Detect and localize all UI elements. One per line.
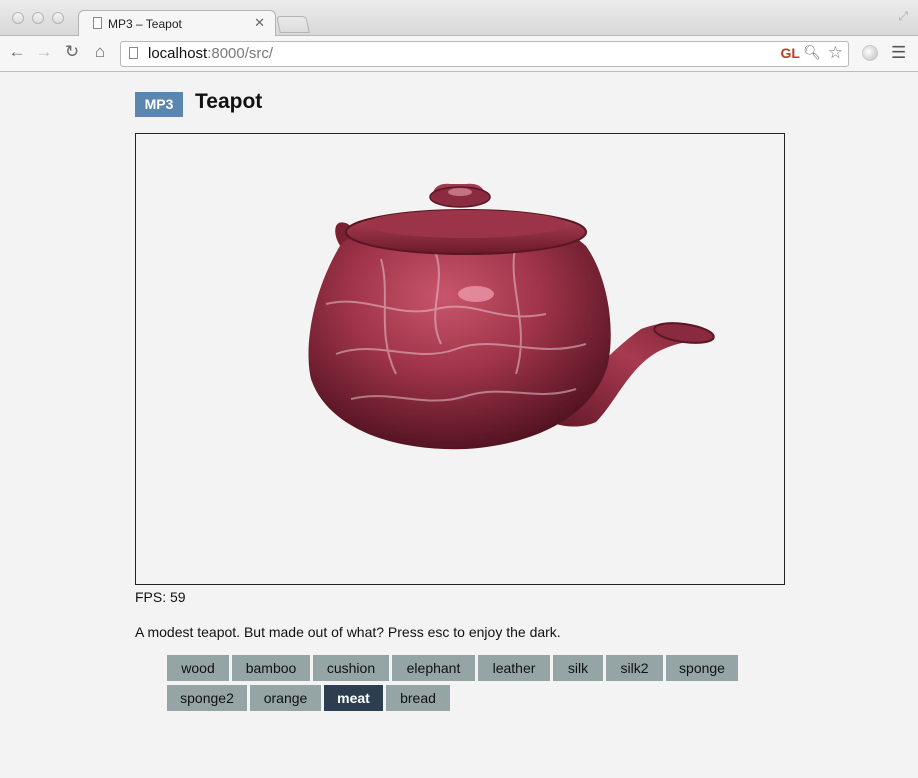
browser-tab[interactable]: MP3 – Teapot ✕ — [78, 10, 276, 37]
material-button-wood[interactable]: wood — [167, 655, 229, 681]
webgl-canvas[interactable] — [135, 133, 785, 585]
extension-icon[interactable] — [862, 45, 878, 61]
material-button-bread[interactable]: bread — [386, 685, 450, 711]
material-button-silk[interactable]: silk — [553, 655, 603, 681]
page-title: Teapot — [195, 90, 263, 113]
home-icon[interactable]: ⌂ — [90, 42, 110, 62]
close-window-button[interactable] — [12, 12, 24, 24]
material-button-sponge2[interactable]: sponge2 — [167, 685, 247, 711]
material-button-silk2[interactable]: silk2 — [606, 655, 663, 681]
fullscreen-icon[interactable]: ⤢ — [898, 9, 908, 24]
page-icon — [93, 17, 102, 29]
material-button-leather[interactable]: leather — [478, 655, 550, 681]
browser-toolbar: ← → ↻ ⌂ localhost:8000/src/ GL 🔍︎ ☆ ☰ — [0, 36, 918, 72]
material-button-bamboo[interactable]: bamboo — [232, 655, 310, 681]
menu-icon[interactable]: ☰ — [891, 43, 906, 63]
page-icon — [129, 47, 138, 59]
bookmark-star-icon[interactable]: ☆ — [828, 43, 843, 63]
gl-extension-icon[interactable]: GL — [781, 45, 800, 61]
tab-strip: MP3 – Teapot ✕ ⤢ — [0, 0, 918, 37]
logo: MP3 — [135, 92, 183, 117]
tab-title: MP3 – Teapot — [108, 17, 182, 31]
back-icon[interactable]: ← — [7, 42, 27, 62]
zoom-window-button[interactable] — [52, 12, 64, 24]
forward-icon[interactable]: → — [34, 42, 54, 62]
material-button-meat[interactable]: meat — [324, 685, 383, 711]
material-button-cushion[interactable]: cushion — [313, 655, 389, 681]
minimize-window-button[interactable] — [32, 12, 44, 24]
address-bar[interactable]: localhost:8000/src/ GL 🔍︎ ☆ — [120, 41, 849, 67]
zoom-icon[interactable]: 🔍︎ — [803, 44, 821, 61]
description-text: A modest teapot. But made out of what? P… — [135, 624, 561, 640]
material-button-elephant[interactable]: elephant — [392, 655, 475, 681]
close-tab-icon[interactable]: ✕ — [254, 15, 265, 31]
reload-icon[interactable]: ↻ — [62, 42, 82, 62]
new-tab-button[interactable] — [276, 16, 310, 33]
url-text[interactable]: localhost:8000/src/ — [148, 45, 273, 62]
material-button-sponge[interactable]: sponge — [666, 655, 738, 681]
teapot-render — [308, 183, 715, 450]
fps-counter: FPS: 59 — [135, 589, 186, 605]
material-button-orange[interactable]: orange — [250, 685, 321, 711]
